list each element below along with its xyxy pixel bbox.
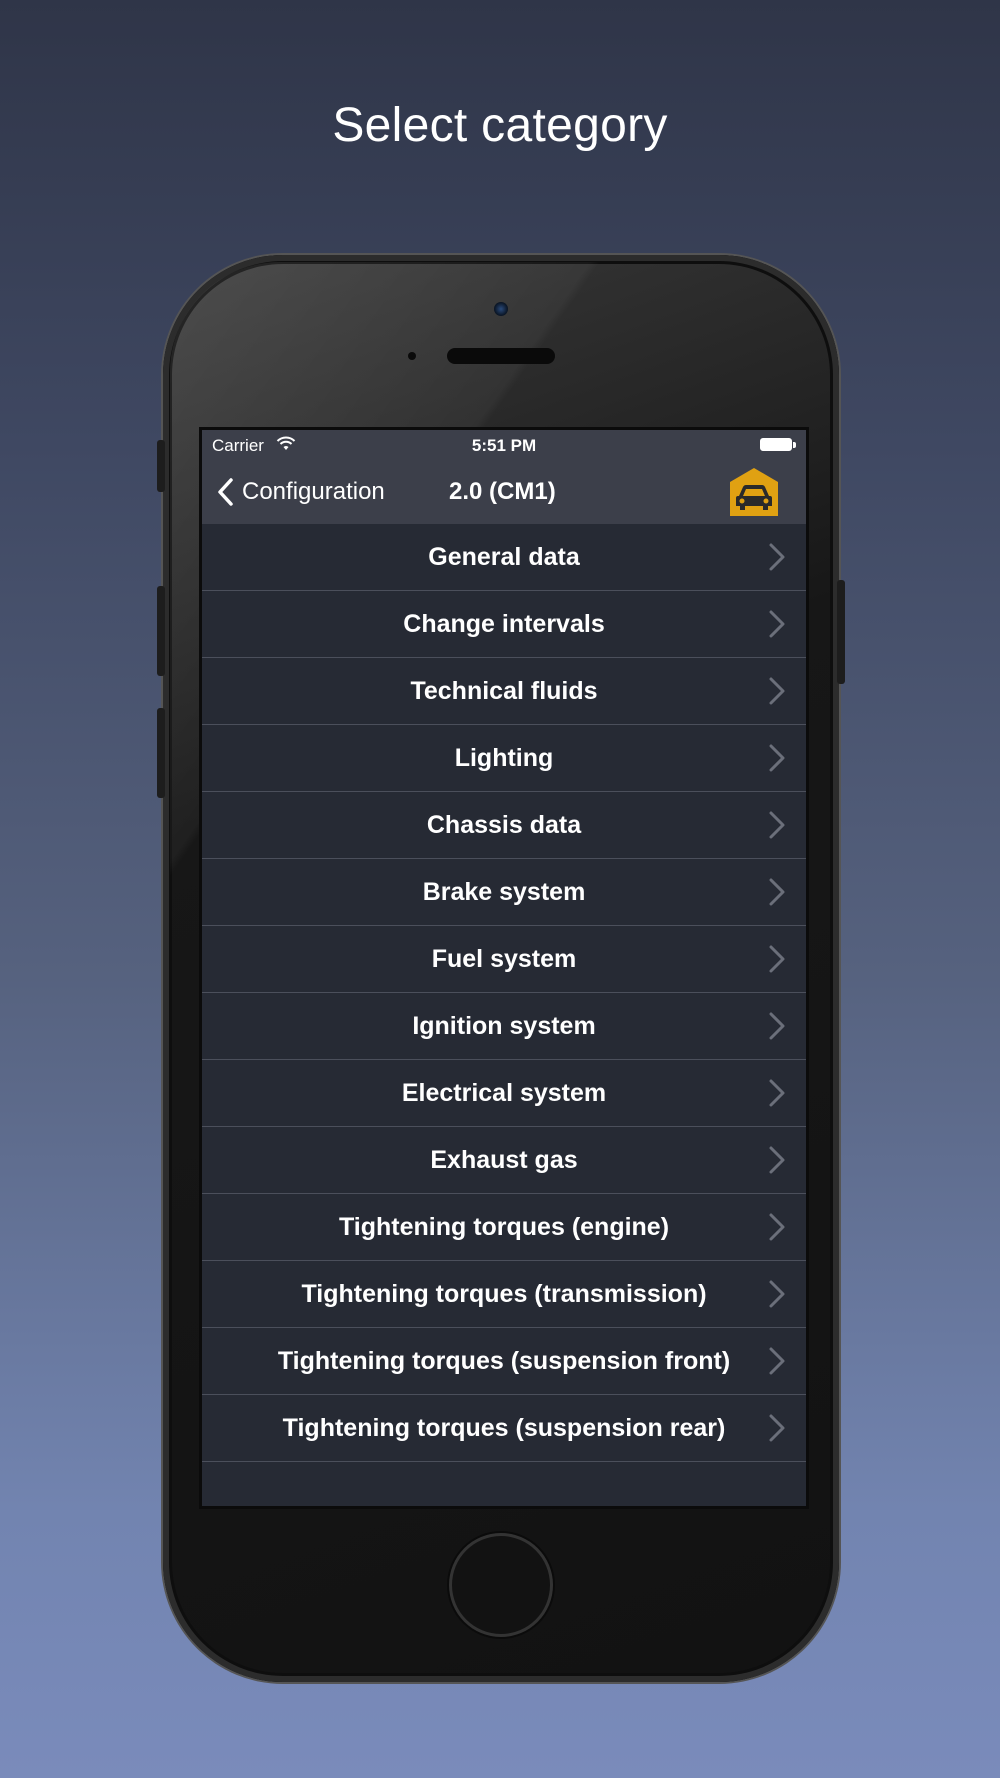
battery-tip [793, 442, 796, 448]
list-item-label: Tightening torques (suspension front) [277, 1346, 731, 1375]
list-item[interactable]: Electrical system [202, 1060, 806, 1127]
list-item[interactable]: Tightening torques (engine) [202, 1194, 806, 1261]
list-item-label: Ignition system [412, 1011, 596, 1040]
list-item-label: Chassis data [426, 810, 582, 839]
garage-car-icon[interactable] [728, 466, 780, 518]
back-button[interactable]: Configuration [216, 472, 385, 512]
chevron-right-icon [769, 744, 785, 772]
list-item[interactable]: Lighting [202, 725, 806, 792]
status-time: 5:51 PM [471, 436, 537, 455]
proximity-sensor [408, 352, 416, 360]
power-button [837, 580, 845, 684]
list-item[interactable]: Technical fluids [202, 658, 806, 725]
chevron-right-icon [769, 1079, 785, 1107]
chevron-right-icon [769, 1280, 785, 1308]
nav-title: 2.0 (CM1) [449, 478, 556, 505]
chevron-right-icon [769, 1414, 785, 1442]
list-item[interactable]: Chassis data [202, 792, 806, 859]
list-item[interactable]: General data [202, 524, 806, 591]
chevron-right-icon [769, 1213, 785, 1241]
list-item-label: Tightening torques (transmission) [301, 1279, 707, 1308]
list-item-label: Brake system [422, 877, 586, 906]
list-item-label: Lighting [454, 743, 554, 772]
list-item-label: General data [428, 542, 580, 571]
home-button[interactable] [449, 1533, 553, 1637]
chevron-right-icon [769, 1146, 785, 1174]
phone-screen: Carrier 5:51 PM Configuration 2.0 (CM1) … [199, 427, 809, 1509]
list-item[interactable]: Tightening torques (transmission) [202, 1261, 806, 1328]
mute-switch [157, 440, 165, 492]
chevron-right-icon [769, 677, 785, 705]
chevron-right-icon [769, 543, 785, 571]
list-item-label: Exhaust gas [430, 1145, 578, 1174]
list-item[interactable]: Ignition system [202, 993, 806, 1060]
list-item-label: Electrical system [401, 1078, 607, 1107]
back-button-label: Configuration [242, 478, 385, 505]
chevron-right-icon [769, 945, 785, 973]
volume-up-button [157, 586, 165, 676]
volume-down-button [157, 708, 165, 798]
list-item[interactable]: Change intervals [202, 591, 806, 658]
list-item[interactable]: Tightening torques (suspension rear) [202, 1395, 806, 1462]
earpiece-speaker [447, 348, 555, 364]
navigation-bar: Configuration 2.0 (CM1) [202, 460, 806, 524]
chevron-right-icon [769, 811, 785, 839]
list-item-label: Tightening torques (engine) [338, 1212, 670, 1241]
list-item-label: Fuel system [431, 944, 577, 973]
chevron-right-icon [769, 878, 785, 906]
front-camera [494, 302, 508, 316]
list-item-label: Tightening torques (suspension rear) [282, 1413, 726, 1442]
list-item[interactable]: Fuel system [202, 926, 806, 993]
page-headline: Select category [332, 99, 668, 152]
chevron-right-icon [769, 1347, 785, 1375]
chevron-left-icon [218, 478, 233, 506]
list-item[interactable]: Brake system [202, 859, 806, 926]
status-bar: Carrier 5:51 PM [202, 430, 806, 460]
category-list: General data Change intervals Technical … [202, 524, 806, 1462]
chevron-right-icon [769, 610, 785, 638]
list-item[interactable]: Tightening torques (suspension front) [202, 1328, 806, 1395]
battery-icon [760, 438, 792, 451]
list-item-label: Technical fluids [410, 676, 598, 705]
chevron-right-icon [769, 1012, 785, 1040]
list-item[interactable]: Exhaust gas [202, 1127, 806, 1194]
list-item-label: Change intervals [403, 609, 605, 638]
